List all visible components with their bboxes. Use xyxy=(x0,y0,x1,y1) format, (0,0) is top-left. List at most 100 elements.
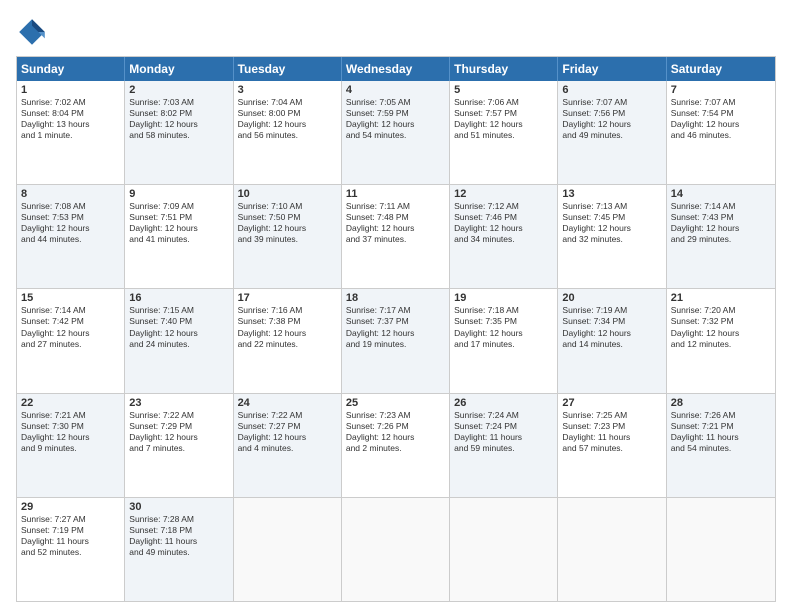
day-info: Sunrise: 7:14 AMSunset: 7:42 PMDaylight:… xyxy=(21,305,120,349)
day-number: 9 xyxy=(129,188,228,200)
day-number: 8 xyxy=(21,188,120,200)
calendar-cell-day-7: 7Sunrise: 7:07 AMSunset: 7:54 PMDaylight… xyxy=(667,81,775,184)
calendar-body: 1Sunrise: 7:02 AMSunset: 8:04 PMDaylight… xyxy=(17,81,775,601)
calendar-cell-day-27: 27Sunrise: 7:25 AMSunset: 7:23 PMDayligh… xyxy=(558,394,666,497)
day-info: Sunrise: 7:11 AMSunset: 7:48 PMDaylight:… xyxy=(346,201,445,245)
header-day-tuesday: Tuesday xyxy=(234,57,342,81)
calendar-cell-empty xyxy=(234,498,342,601)
calendar-row-4: 22Sunrise: 7:21 AMSunset: 7:30 PMDayligh… xyxy=(17,393,775,497)
day-info: Sunrise: 7:12 AMSunset: 7:46 PMDaylight:… xyxy=(454,201,553,245)
day-info: Sunrise: 7:21 AMSunset: 7:30 PMDaylight:… xyxy=(21,410,120,454)
day-info: Sunrise: 7:10 AMSunset: 7:50 PMDaylight:… xyxy=(238,201,337,245)
calendar-cell-day-5: 5Sunrise: 7:06 AMSunset: 7:57 PMDaylight… xyxy=(450,81,558,184)
header-day-saturday: Saturday xyxy=(667,57,775,81)
day-number: 19 xyxy=(454,292,553,304)
day-info: Sunrise: 7:07 AMSunset: 7:54 PMDaylight:… xyxy=(671,97,771,141)
calendar-cell-day-12: 12Sunrise: 7:12 AMSunset: 7:46 PMDayligh… xyxy=(450,185,558,288)
calendar-cell-day-13: 13Sunrise: 7:13 AMSunset: 7:45 PMDayligh… xyxy=(558,185,666,288)
day-number: 25 xyxy=(346,397,445,409)
day-info: Sunrise: 7:18 AMSunset: 7:35 PMDaylight:… xyxy=(454,305,553,349)
header-day-thursday: Thursday xyxy=(450,57,558,81)
calendar-cell-empty xyxy=(450,498,558,601)
day-number: 30 xyxy=(129,501,228,513)
calendar-cell-day-30: 30Sunrise: 7:28 AMSunset: 7:18 PMDayligh… xyxy=(125,498,233,601)
day-info: Sunrise: 7:23 AMSunset: 7:26 PMDaylight:… xyxy=(346,410,445,454)
calendar-row-3: 15Sunrise: 7:14 AMSunset: 7:42 PMDayligh… xyxy=(17,288,775,392)
day-info: Sunrise: 7:27 AMSunset: 7:19 PMDaylight:… xyxy=(21,514,120,558)
day-info: Sunrise: 7:26 AMSunset: 7:21 PMDaylight:… xyxy=(671,410,771,454)
day-number: 20 xyxy=(562,292,661,304)
day-info: Sunrise: 7:04 AMSunset: 8:00 PMDaylight:… xyxy=(238,97,337,141)
day-number: 1 xyxy=(21,84,120,96)
day-number: 28 xyxy=(671,397,771,409)
day-info: Sunrise: 7:13 AMSunset: 7:45 PMDaylight:… xyxy=(562,201,661,245)
calendar-cell-day-19: 19Sunrise: 7:18 AMSunset: 7:35 PMDayligh… xyxy=(450,289,558,392)
day-number: 7 xyxy=(671,84,771,96)
calendar-cell-day-28: 28Sunrise: 7:26 AMSunset: 7:21 PMDayligh… xyxy=(667,394,775,497)
day-info: Sunrise: 7:25 AMSunset: 7:23 PMDaylight:… xyxy=(562,410,661,454)
header-day-sunday: Sunday xyxy=(17,57,125,81)
calendar-row-2: 8Sunrise: 7:08 AMSunset: 7:53 PMDaylight… xyxy=(17,184,775,288)
day-info: Sunrise: 7:17 AMSunset: 7:37 PMDaylight:… xyxy=(346,305,445,349)
day-number: 21 xyxy=(671,292,771,304)
day-number: 3 xyxy=(238,84,337,96)
calendar-cell-empty xyxy=(342,498,450,601)
day-number: 22 xyxy=(21,397,120,409)
calendar-row-1: 1Sunrise: 7:02 AMSunset: 8:04 PMDaylight… xyxy=(17,81,775,184)
calendar-cell-day-26: 26Sunrise: 7:24 AMSunset: 7:24 PMDayligh… xyxy=(450,394,558,497)
day-number: 14 xyxy=(671,188,771,200)
calendar-header: SundayMondayTuesdayWednesdayThursdayFrid… xyxy=(17,57,775,81)
day-number: 5 xyxy=(454,84,553,96)
calendar-cell-day-4: 4Sunrise: 7:05 AMSunset: 7:59 PMDaylight… xyxy=(342,81,450,184)
day-info: Sunrise: 7:06 AMSunset: 7:57 PMDaylight:… xyxy=(454,97,553,141)
logo-icon xyxy=(16,16,48,48)
calendar-cell-day-29: 29Sunrise: 7:27 AMSunset: 7:19 PMDayligh… xyxy=(17,498,125,601)
day-number: 4 xyxy=(346,84,445,96)
calendar: SundayMondayTuesdayWednesdayThursdayFrid… xyxy=(16,56,776,602)
day-number: 6 xyxy=(562,84,661,96)
calendar-cell-day-8: 8Sunrise: 7:08 AMSunset: 7:53 PMDaylight… xyxy=(17,185,125,288)
header-day-friday: Friday xyxy=(558,57,666,81)
day-info: Sunrise: 7:19 AMSunset: 7:34 PMDaylight:… xyxy=(562,305,661,349)
day-number: 16 xyxy=(129,292,228,304)
calendar-cell-day-17: 17Sunrise: 7:16 AMSunset: 7:38 PMDayligh… xyxy=(234,289,342,392)
day-number: 10 xyxy=(238,188,337,200)
day-number: 12 xyxy=(454,188,553,200)
day-number: 23 xyxy=(129,397,228,409)
day-info: Sunrise: 7:16 AMSunset: 7:38 PMDaylight:… xyxy=(238,305,337,349)
calendar-cell-day-2: 2Sunrise: 7:03 AMSunset: 8:02 PMDaylight… xyxy=(125,81,233,184)
day-info: Sunrise: 7:28 AMSunset: 7:18 PMDaylight:… xyxy=(129,514,228,558)
calendar-cell-day-6: 6Sunrise: 7:07 AMSunset: 7:56 PMDaylight… xyxy=(558,81,666,184)
day-number: 11 xyxy=(346,188,445,200)
calendar-cell-day-18: 18Sunrise: 7:17 AMSunset: 7:37 PMDayligh… xyxy=(342,289,450,392)
day-info: Sunrise: 7:14 AMSunset: 7:43 PMDaylight:… xyxy=(671,201,771,245)
calendar-cell-empty xyxy=(558,498,666,601)
calendar-cell-day-14: 14Sunrise: 7:14 AMSunset: 7:43 PMDayligh… xyxy=(667,185,775,288)
calendar-cell-day-21: 21Sunrise: 7:20 AMSunset: 7:32 PMDayligh… xyxy=(667,289,775,392)
day-info: Sunrise: 7:22 AMSunset: 7:27 PMDaylight:… xyxy=(238,410,337,454)
day-number: 2 xyxy=(129,84,228,96)
day-info: Sunrise: 7:02 AMSunset: 8:04 PMDaylight:… xyxy=(21,97,120,141)
header-day-monday: Monday xyxy=(125,57,233,81)
day-info: Sunrise: 7:24 AMSunset: 7:24 PMDaylight:… xyxy=(454,410,553,454)
day-info: Sunrise: 7:09 AMSunset: 7:51 PMDaylight:… xyxy=(129,201,228,245)
logo xyxy=(16,16,52,48)
day-number: 27 xyxy=(562,397,661,409)
day-info: Sunrise: 7:07 AMSunset: 7:56 PMDaylight:… xyxy=(562,97,661,141)
day-number: 17 xyxy=(238,292,337,304)
calendar-cell-day-22: 22Sunrise: 7:21 AMSunset: 7:30 PMDayligh… xyxy=(17,394,125,497)
day-number: 26 xyxy=(454,397,553,409)
day-info: Sunrise: 7:20 AMSunset: 7:32 PMDaylight:… xyxy=(671,305,771,349)
calendar-cell-day-16: 16Sunrise: 7:15 AMSunset: 7:40 PMDayligh… xyxy=(125,289,233,392)
page: SundayMondayTuesdayWednesdayThursdayFrid… xyxy=(0,0,792,612)
calendar-cell-day-11: 11Sunrise: 7:11 AMSunset: 7:48 PMDayligh… xyxy=(342,185,450,288)
day-info: Sunrise: 7:22 AMSunset: 7:29 PMDaylight:… xyxy=(129,410,228,454)
calendar-cell-day-20: 20Sunrise: 7:19 AMSunset: 7:34 PMDayligh… xyxy=(558,289,666,392)
day-number: 29 xyxy=(21,501,120,513)
calendar-cell-day-3: 3Sunrise: 7:04 AMSunset: 8:00 PMDaylight… xyxy=(234,81,342,184)
day-number: 18 xyxy=(346,292,445,304)
header-day-wednesday: Wednesday xyxy=(342,57,450,81)
calendar-cell-day-9: 9Sunrise: 7:09 AMSunset: 7:51 PMDaylight… xyxy=(125,185,233,288)
calendar-cell-day-24: 24Sunrise: 7:22 AMSunset: 7:27 PMDayligh… xyxy=(234,394,342,497)
header xyxy=(16,16,776,48)
